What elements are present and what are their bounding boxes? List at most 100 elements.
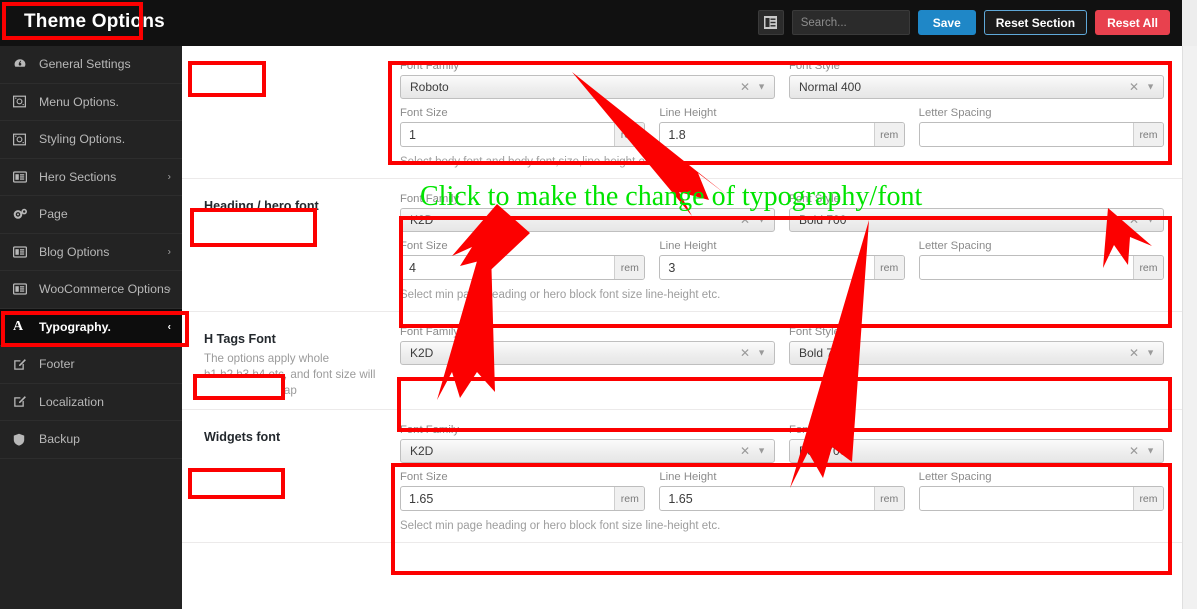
line-height-field-input[interactable] — [660, 123, 874, 146]
font-style-select[interactable]: Bold 700 ✕ ▼ — [789, 341, 1164, 365]
letter-spacing-field-input[interactable] — [919, 487, 1133, 510]
chevron-down-icon[interactable]: ▼ — [1146, 348, 1155, 358]
list-collapse-icon[interactable] — [757, 10, 784, 35]
image-icon — [13, 95, 31, 108]
font-family-label: Font Family — [400, 60, 460, 72]
line-height-label: Line Height — [659, 240, 717, 252]
sidebar-item-label: Typography. — [39, 319, 111, 334]
sidebar-item-typography[interactable]: A Typography. ‹ — [0, 308, 182, 346]
clear-icon[interactable]: ✕ — [1129, 214, 1139, 226]
clear-icon[interactable]: ✕ — [740, 347, 750, 359]
sidebar-item-footer[interactable]: Footer — [0, 346, 182, 384]
save-button[interactable]: Save — [917, 10, 976, 35]
line-height-field[interactable]: rem — [659, 486, 905, 511]
theme-options-app: Theme Options Save Reset Section Reset A… — [0, 0, 1197, 609]
font-family-select[interactable]: Roboto ✕ ▼ — [400, 75, 775, 99]
clear-icon[interactable]: ✕ — [740, 81, 750, 93]
line-height-field-input[interactable] — [660, 487, 874, 510]
sidebar-item-styling-options[interactable]: Styling Options. — [0, 121, 182, 159]
row-fields: Font Family K2D ✕ ▼ Font Style Bold 700 ✕ ▼ — [400, 326, 1182, 399]
dashboard-icon — [13, 57, 31, 71]
letter-spacing-label: Letter Spacing — [918, 107, 992, 119]
font-size-field-input[interactable] — [401, 123, 615, 146]
clear-icon[interactable]: ✕ — [1129, 445, 1139, 457]
font-size-field[interactable]: rem — [400, 486, 646, 511]
font-style-select[interactable]: Bold 700 ✕ ▼ — [789, 439, 1164, 463]
search-input[interactable] — [791, 10, 910, 35]
vertical-scrollbar[interactable] — [1182, 46, 1197, 609]
row-title: Body font — [204, 66, 263, 80]
font-size-field[interactable]: rem — [400, 122, 646, 147]
font-size-label: Font Size — [400, 240, 448, 252]
letter-spacing-field[interactable]: rem — [918, 486, 1164, 511]
letter-spacing-field[interactable]: rem — [918, 122, 1164, 147]
font-size-field[interactable]: rem — [400, 255, 646, 280]
letter-spacing-label: Letter Spacing — [918, 240, 992, 252]
row-title: Widgets font — [204, 430, 281, 444]
sidebar-nav: General Settings Menu Options. Styling Opt… — [0, 46, 182, 609]
line-height-label: Line Height — [659, 471, 717, 483]
chevron-right-icon: › — [167, 283, 171, 295]
row-fields: Font Family K2D ✕ ▼ Font Style Bold 700 ✕ ▼ Font… — [400, 424, 1182, 532]
clear-icon[interactable]: ✕ — [740, 214, 750, 226]
font-family-label: Font Family — [400, 326, 460, 338]
font-style-label: Font Style — [789, 193, 840, 205]
page-title: Theme Options — [24, 11, 165, 32]
sidebar-item-label: Menu Options. — [39, 94, 119, 109]
sidebar-item-label: Backup — [39, 432, 81, 447]
letter-a-icon: A — [13, 318, 24, 334]
sidebar-item-localization[interactable]: Localization — [0, 384, 182, 421]
row-title: Heading / hero font — [204, 199, 319, 213]
gears-icon — [13, 208, 31, 221]
header-toolbar: Save Reset Section Reset All — [757, 10, 1170, 35]
sidebar-item-menu-options[interactable]: Menu Options. — [0, 84, 182, 121]
sidebar-item-page[interactable]: Page — [0, 196, 182, 234]
chevron-right-icon: › — [167, 246, 171, 258]
reset-all-button[interactable]: Reset All — [1095, 10, 1170, 35]
row-fields: Font Family Roboto ✕ ▼ Font Style Normal 400 ✕… — [400, 60, 1182, 168]
sidebar-item-label: Hero Sections — [39, 169, 117, 184]
image-icon — [13, 133, 31, 146]
sidebar-item-hero-sections[interactable]: Hero Sections › — [0, 159, 182, 196]
letter-spacing-field[interactable]: rem — [918, 255, 1164, 280]
chevron-down-icon[interactable]: ▼ — [757, 446, 766, 456]
chevron-down-icon[interactable]: ▼ — [1146, 215, 1155, 225]
font-family-label: Font Family — [400, 424, 460, 436]
font-style-select[interactable]: Bold 700 ✕ ▼ — [789, 208, 1164, 232]
font-family-select[interactable]: K2D ✕ ▼ — [400, 208, 775, 232]
row-fields: Font Family K2D ✕ ▼ Font Style Bold 700 ✕ ▼ Font… — [400, 193, 1182, 301]
reset-section-button[interactable]: Reset Section — [983, 10, 1088, 35]
unit-label: rem — [1132, 487, 1163, 510]
letter-spacing-label: Letter Spacing — [918, 471, 992, 483]
letter-spacing-field-input[interactable] — [919, 123, 1133, 146]
row-title-column: Widgets font — [182, 424, 400, 532]
letter-spacing-field-input[interactable] — [919, 256, 1133, 279]
chevron-down-icon[interactable]: ▼ — [757, 82, 766, 92]
clear-icon[interactable]: ✕ — [740, 445, 750, 457]
sidebar-item-backup[interactable]: Backup — [0, 421, 182, 459]
font-family-select[interactable]: K2D ✕ ▼ — [400, 439, 775, 463]
font-family-label: Font Family — [400, 193, 460, 205]
chevron-down-icon[interactable]: ▼ — [757, 215, 766, 225]
chevron-down-icon[interactable]: ▼ — [757, 348, 766, 358]
font-style-select[interactable]: Normal 400 ✕ ▼ — [789, 75, 1164, 99]
font-size-label: Font Size — [400, 107, 448, 119]
chevron-left-icon: ‹ — [167, 321, 171, 333]
line-height-field[interactable]: rem — [659, 255, 905, 280]
clear-icon[interactable]: ✕ — [1129, 81, 1139, 93]
sidebar-item-woocommerce-options[interactable]: WooCommerce Options › — [0, 271, 182, 309]
sidebar-item-label: Page — [39, 207, 68, 222]
chevron-down-icon[interactable]: ▼ — [1146, 82, 1155, 92]
sidebar-item-general-settings[interactable]: General Settings — [0, 46, 182, 84]
chevron-down-icon[interactable]: ▼ — [1146, 446, 1155, 456]
font-family-select[interactable]: K2D ✕ ▼ — [400, 341, 775, 365]
sidebar-item-blog-options[interactable]: Blog Options › — [0, 234, 182, 271]
font-size-field-input[interactable] — [401, 487, 615, 510]
clear-icon[interactable]: ✕ — [1129, 347, 1139, 359]
line-height-field[interactable]: rem — [659, 122, 905, 147]
font-size-field-input[interactable] — [401, 256, 615, 279]
font-style-label: Font Style — [789, 326, 840, 338]
unit-label: rem — [614, 123, 645, 146]
line-height-field-input[interactable] — [660, 256, 874, 279]
row-title-column: H Tags Font The options apply whole h1,h2… — [182, 326, 400, 399]
